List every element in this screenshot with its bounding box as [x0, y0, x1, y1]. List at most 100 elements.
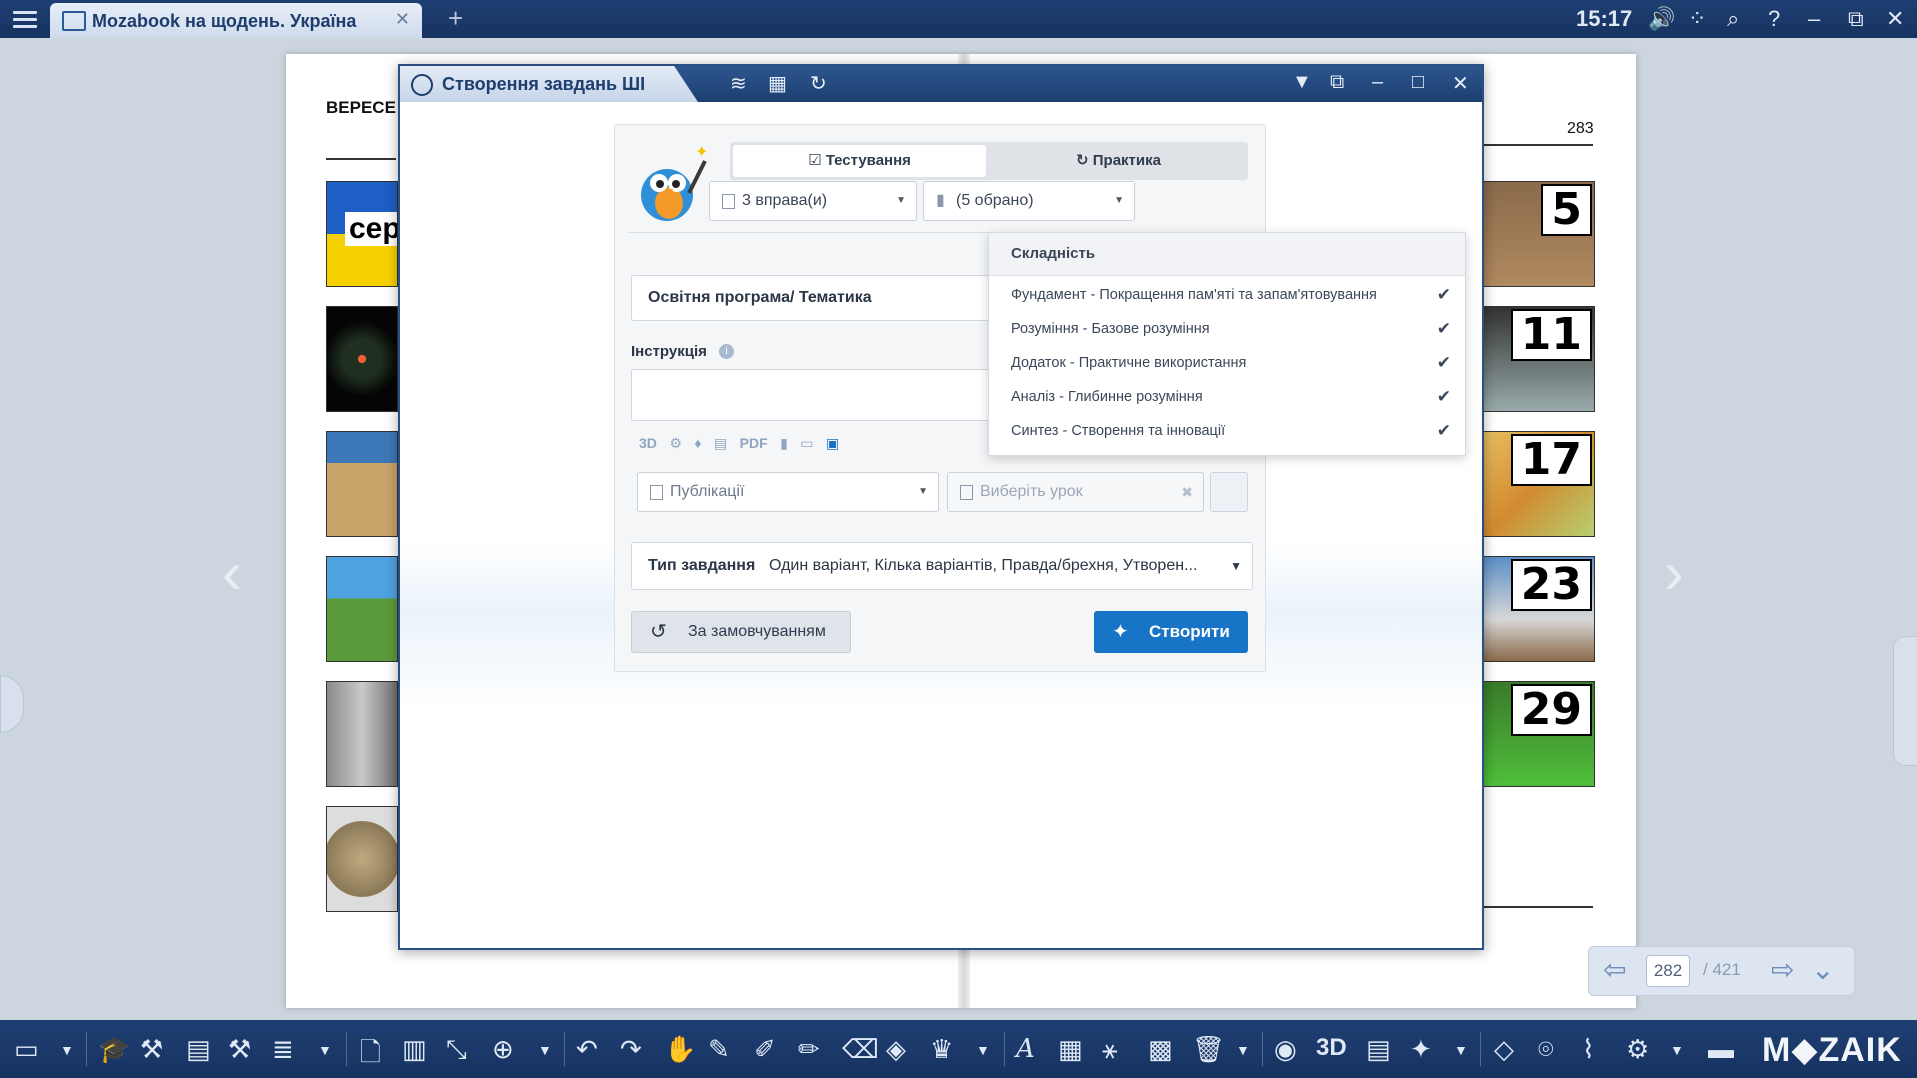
hammer-icon[interactable]: ⚒: [228, 1034, 251, 1065]
new-page-icon[interactable]: 🗋: [360, 1034, 381, 1078]
clapperboard-icon[interactable]: ▩: [1148, 1034, 1173, 1065]
hamburger-menu-icon[interactable]: [10, 7, 40, 31]
zoom-icon[interactable]: ⊕: [492, 1034, 514, 1065]
thumbnail-17[interactable]: 17: [1480, 431, 1595, 537]
difficulty-item[interactable]: Синтез - Створення та інновації ✔: [989, 414, 1465, 448]
card-icon[interactable]: ▭: [800, 435, 813, 452]
thumbnail-beach[interactable]: [326, 431, 398, 537]
apps-icon[interactable]: ⁘: [1688, 6, 1706, 32]
board-icon[interactable]: ▣: [826, 435, 839, 452]
tray-icon[interactable]: ▬: [1708, 1034, 1734, 1065]
wheel-icon[interactable]: ⚙: [669, 435, 682, 452]
thumbnail-landscape[interactable]: [326, 556, 398, 662]
create-button[interactable]: ✦ Створити: [1094, 611, 1248, 653]
tab-close-icon[interactable]: ✕: [395, 9, 410, 30]
undo-icon[interactable]: ↶: [576, 1034, 598, 1065]
graduation-cap-icon[interactable]: 🎓: [98, 1034, 130, 1065]
reset-default-button[interactable]: ↺ За замовчуванням: [631, 611, 851, 653]
tab-testing[interactable]: ☑ Тестування: [733, 145, 986, 177]
prev-page-icon[interactable]: ‹: [222, 538, 242, 607]
notes-icon[interactable]: ▤: [186, 1034, 211, 1065]
difficulty-select[interactable]: ▮ (5 обрано) ▼: [923, 181, 1135, 221]
info-icon[interactable]: i: [719, 344, 734, 359]
tab-practice[interactable]: ↻ Практика: [992, 145, 1245, 177]
publications-select[interactable]: Публікації ▼: [637, 472, 939, 512]
pdf-icon[interactable]: PDF: [740, 435, 768, 451]
marker-icon[interactable]: ✐: [754, 1034, 776, 1065]
document-icon[interactable]: ▤: [714, 435, 727, 452]
tab-mozabook[interactable]: Mozabook на щодень. Україна ✕: [50, 3, 422, 38]
3d-icon[interactable]: 3D: [639, 435, 657, 451]
grid-icon[interactable]: ▦: [1058, 1034, 1083, 1065]
difficulty-item[interactable]: Додаток - Практичне використання ✔: [989, 346, 1465, 380]
thumbnail-11[interactable]: 11: [1480, 306, 1595, 412]
popout-icon[interactable]: ⧉: [1330, 71, 1344, 94]
wifi-icon[interactable]: ≋: [730, 71, 747, 96]
refresh-icon[interactable]: ↻: [810, 71, 827, 96]
dropdown-icon[interactable]: ▼: [1292, 71, 1312, 94]
highlighter-icon[interactable]: ✏: [798, 1034, 820, 1065]
shapes-icon[interactable]: ◇: [1494, 1034, 1514, 1065]
chevron-down-icon[interactable]: ▼: [1454, 1042, 1468, 1058]
add-tab-button[interactable]: +: [448, 3, 463, 34]
fill-icon[interactable]: ◈: [886, 1034, 906, 1065]
thumbnail-space[interactable]: [326, 306, 398, 412]
camera-icon[interactable]: ⌾: [1538, 1034, 1554, 1066]
3d-icon[interactable]: 3D: [1316, 1034, 1347, 1062]
trash-icon[interactable]: 🗑: [1192, 1034, 1225, 1065]
compass-icon[interactable]: ⚹: [1102, 1034, 1118, 1066]
book-icon[interactable]: ▮: [780, 435, 788, 452]
close-icon[interactable]: ✕: [1886, 6, 1904, 32]
chevron-down-icon[interactable]: ▼: [538, 1042, 552, 1058]
puzzle-icon[interactable]: ♦: [694, 435, 701, 451]
chevron-down-icon[interactable]: ▼: [318, 1042, 332, 1058]
ai-icon[interactable]: ◉: [1274, 1034, 1297, 1065]
thumbnail-29[interactable]: 29: [1480, 681, 1595, 787]
minimize-icon[interactable]: –: [1808, 6, 1820, 32]
layers-icon[interactable]: ≣: [272, 1034, 294, 1065]
paperclip-icon[interactable]: ⌇: [1582, 1034, 1595, 1065]
thumbnail-flag[interactable]: сер: [326, 181, 398, 287]
task-type-select[interactable]: Тип завдання Один варіант, Кілька варіан…: [631, 542, 1253, 590]
help-icon[interactable]: ?: [1768, 6, 1780, 32]
tools-icon[interactable]: ⚒: [140, 1034, 163, 1065]
lesson-browse-button[interactable]: [1210, 472, 1248, 512]
difficulty-item[interactable]: Аналіз - Глибинне розуміння ✔: [989, 380, 1465, 414]
test-icon[interactable]: ▤: [1366, 1034, 1391, 1065]
chevron-down-icon[interactable]: ▼: [1236, 1042, 1250, 1058]
current-page-input[interactable]: 282: [1646, 955, 1690, 987]
lesson-select[interactable]: Виберіть урок ✖: [947, 472, 1204, 512]
pager-prev-icon[interactable]: ⇦: [1603, 953, 1626, 986]
chevron-down-icon[interactable]: ▼: [60, 1042, 74, 1058]
pencil-icon[interactable]: ✎: [708, 1034, 730, 1065]
board-icon[interactable]: ▭: [14, 1034, 39, 1065]
difficulty-item[interactable]: Розуміння - Базове розуміння ✔: [989, 312, 1465, 346]
book-view-icon[interactable]: ▥: [402, 1034, 427, 1065]
minimize-icon[interactable]: –: [1372, 71, 1383, 94]
search-icon[interactable]: ⌕: [1727, 6, 1739, 32]
thumbnail-column[interactable]: [326, 681, 398, 787]
volume-icon[interactable]: 🔊: [1648, 6, 1675, 32]
eraser-icon[interactable]: ⌫: [842, 1034, 879, 1065]
hand-icon[interactable]: ✋: [664, 1034, 696, 1065]
right-panel-handle[interactable]: [1893, 636, 1917, 766]
crop-icon[interactable]: ⤡: [446, 1034, 467, 1066]
text-icon[interactable]: A: [1016, 1034, 1035, 1064]
exercises-select[interactable]: 3 вправа(и) ▼: [709, 181, 917, 221]
keyboard-icon[interactable]: ▦: [768, 71, 787, 96]
settings-icon[interactable]: ⚙: [1626, 1034, 1649, 1065]
next-page-icon[interactable]: ›: [1664, 538, 1684, 607]
brushes-icon[interactable]: ♛: [930, 1034, 953, 1065]
redo-icon[interactable]: ↷: [620, 1034, 642, 1065]
chevron-down-icon[interactable]: ▼: [1670, 1042, 1684, 1058]
dialog-title-bar[interactable]: Створення завдань ШІ ≋ ▦ ↻ ▼ ⧉ – □ ✕: [400, 66, 1482, 102]
chevron-down-icon[interactable]: ▼: [976, 1042, 990, 1058]
thumbnail-colosseum[interactable]: [326, 806, 398, 912]
thumbnail-5[interactable]: 5: [1480, 181, 1595, 287]
maximize-icon[interactable]: □: [1412, 71, 1424, 94]
pager-menu-icon[interactable]: ⌄: [1811, 953, 1834, 986]
close-icon[interactable]: ✕: [1452, 71, 1469, 96]
thumbnail-23[interactable]: 23: [1480, 556, 1595, 662]
difficulty-item[interactable]: Фундамент - Покращення пам'яті та запам'…: [989, 278, 1465, 312]
magic-wand-icon[interactable]: ✦: [1410, 1034, 1432, 1065]
